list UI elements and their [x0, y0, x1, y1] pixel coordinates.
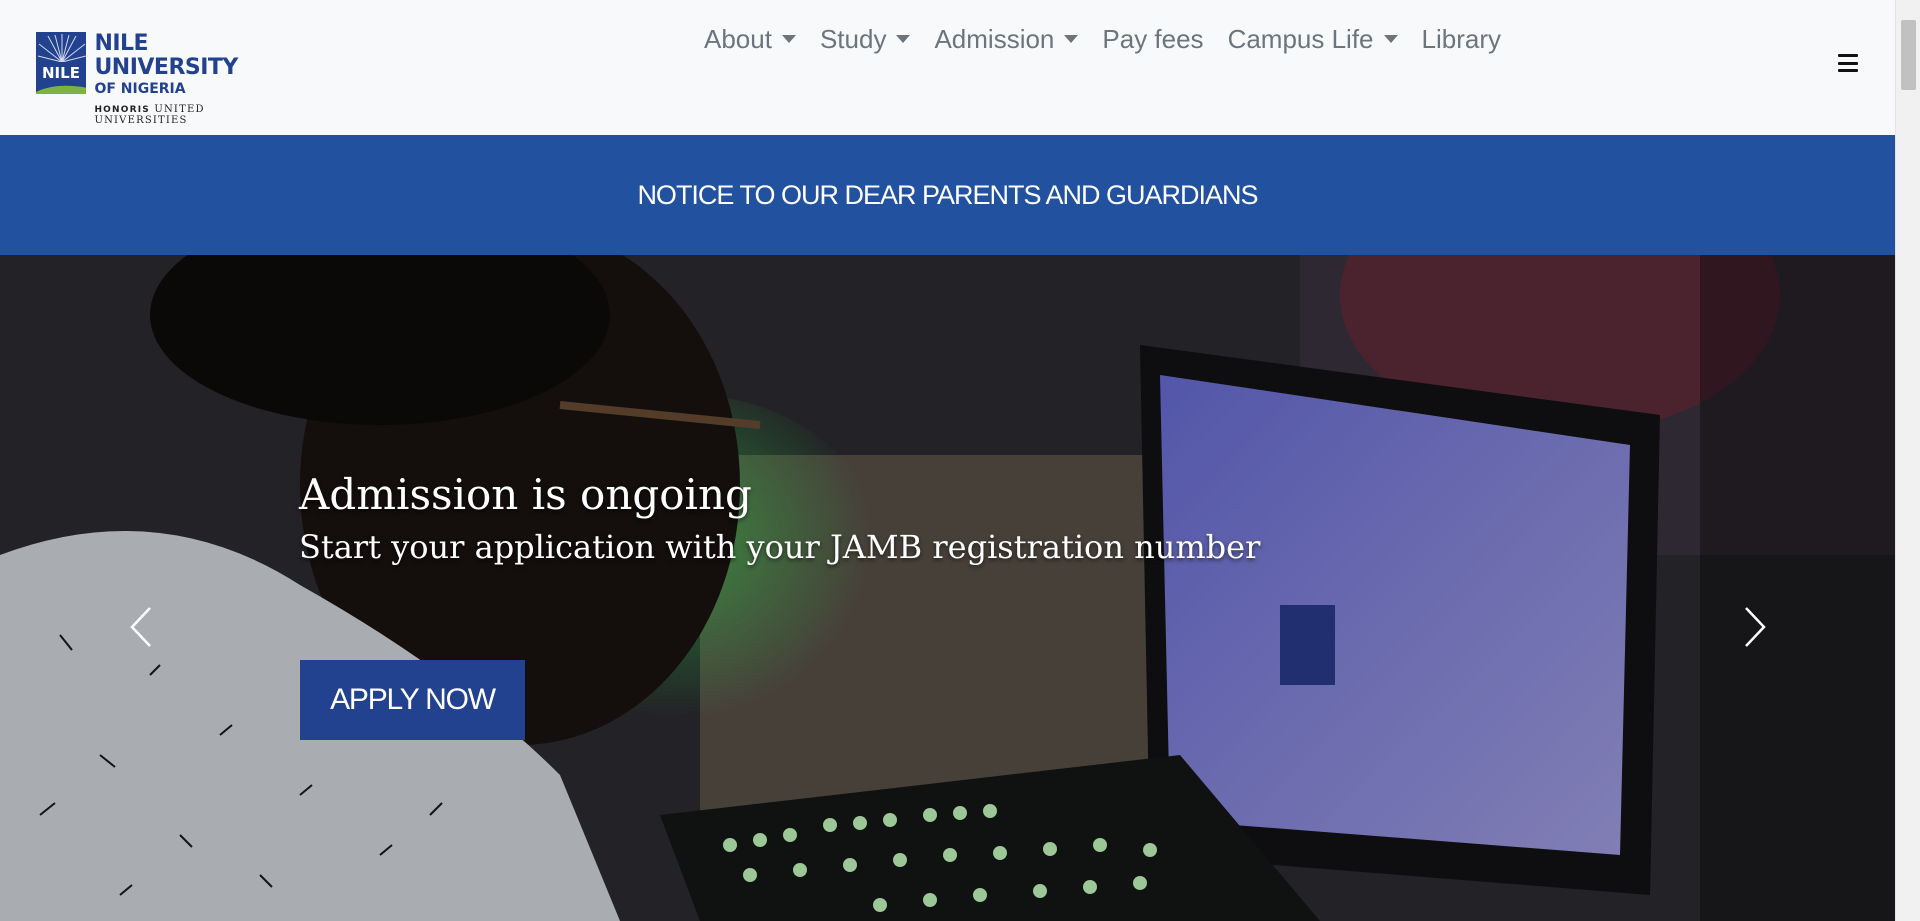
logo-name: NILE UNIVERSITY: [94, 31, 238, 80]
caret-down-icon: [1064, 35, 1079, 43]
nav-item-pay-fees[interactable]: Pay fees: [1102, 24, 1203, 55]
page-scrollbar[interactable]: [1895, 0, 1920, 921]
notice-text: NOTICE TO OUR DEAR PARENTS AND GUARDIANS: [637, 179, 1258, 210]
chevron-left-icon: [130, 607, 151, 647]
site-header: NILE NILE UNIVERSITY OF NIGERIA HONORIS …: [0, 0, 1895, 135]
main-nav: About Study Admission Pay fees Campus Li…: [704, 20, 1525, 58]
hamburger-icon[interactable]: [1838, 54, 1858, 72]
nav-item-library[interactable]: Library: [1422, 24, 1501, 55]
chevron-right-icon: [1745, 607, 1766, 647]
hero-title: Admission is ongoing: [299, 470, 752, 519]
logo-mark-text: NILE: [42, 64, 80, 82]
logo-tagline-bold: HONORIS: [94, 105, 150, 115]
carousel-next-button[interactable]: [1734, 602, 1774, 652]
logo-tagline: HONORIS UNITED UNIVERSITIES: [94, 104, 296, 126]
notice-banner[interactable]: NOTICE TO OUR DEAR PARENTS AND GUARDIANS: [0, 135, 1895, 255]
nav-label: Campus Life: [1227, 23, 1374, 54]
hero-subtitle: Start your application with your JAMB re…: [299, 528, 1261, 566]
nav-label: Pay fees: [1102, 23, 1204, 54]
nav-item-about[interactable]: About: [704, 24, 796, 55]
scrollbar-thumb[interactable]: [1901, 20, 1916, 90]
caret-down-icon: [1383, 35, 1398, 43]
caret-down-icon: [781, 35, 796, 43]
nav-label: Admission: [934, 23, 1055, 54]
nav-item-campus-life[interactable]: Campus Life: [1228, 24, 1398, 55]
hero-carousel: Admission is ongoing Start your applicat…: [0, 255, 1895, 921]
hero-background-image: [0, 255, 1895, 921]
university-logo[interactable]: NILE NILE UNIVERSITY OF NIGERIA HONORIS …: [36, 31, 296, 126]
nav-label: Study: [819, 23, 887, 54]
caret-down-icon: [896, 35, 911, 43]
nav-item-admission[interactable]: Admission: [934, 23, 1079, 55]
logo-subtitle: OF NIGERIA: [94, 81, 186, 97]
nav-label: Library: [1421, 23, 1502, 54]
nav-item-study[interactable]: Study: [820, 24, 911, 55]
apply-now-button[interactable]: APPLY NOW: [300, 660, 525, 740]
nav-label: About: [704, 23, 772, 54]
carousel-prev-button[interactable]: [122, 602, 162, 652]
logo-emblem: NILE: [36, 32, 87, 94]
